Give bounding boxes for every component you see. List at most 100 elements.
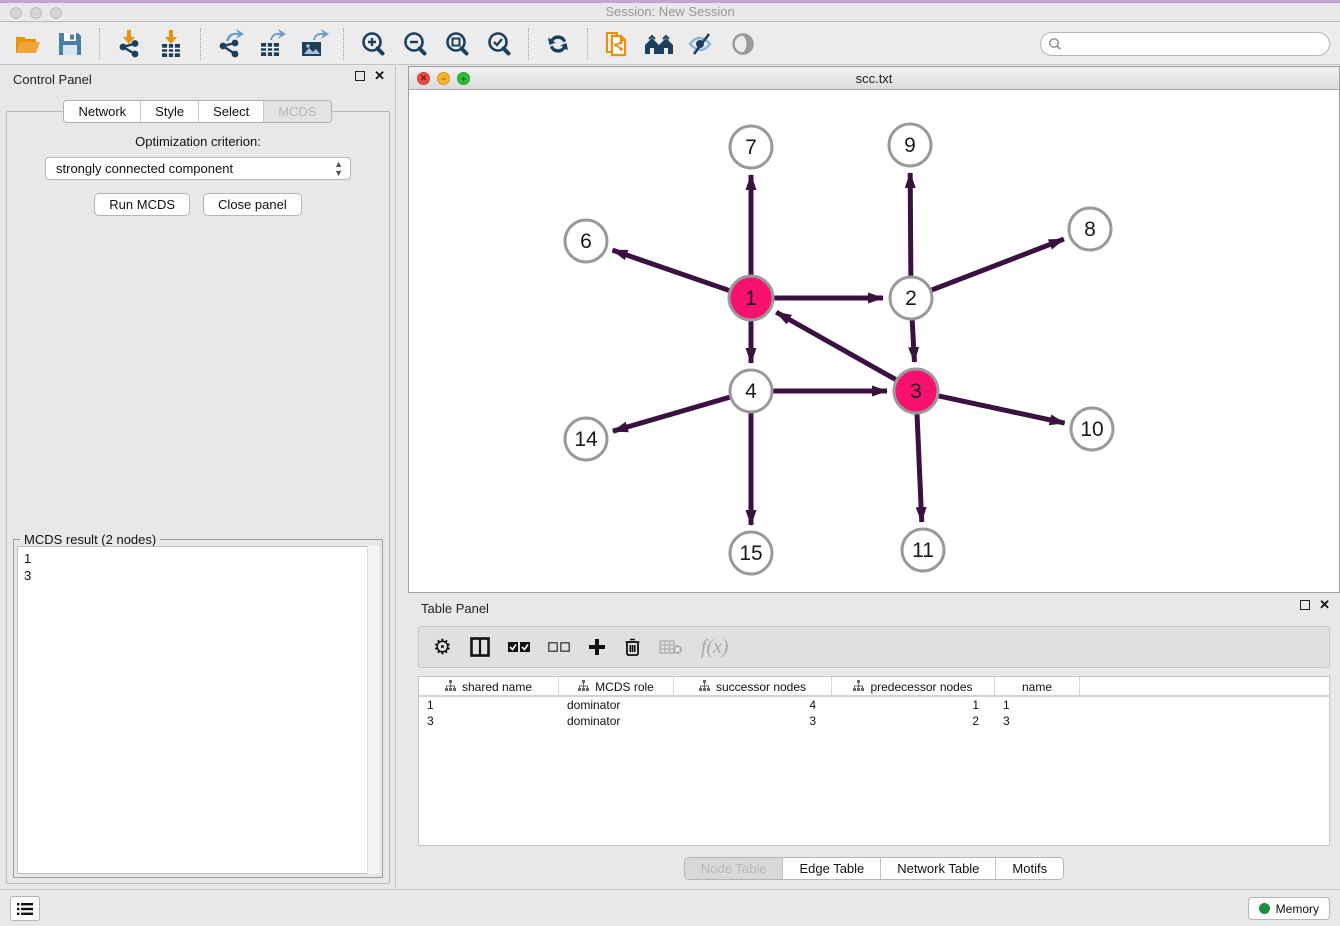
mcds-result-legend: MCDS result (2 nodes): [20, 532, 160, 547]
hide-selected-icon[interactable]: [683, 27, 719, 61]
edge-2-9[interactable]: [910, 173, 911, 277]
import-table-icon[interactable]: [153, 27, 189, 61]
table-panel-title: Table Panel: [421, 601, 489, 616]
edge-4-14[interactable]: [613, 397, 731, 431]
network-canvas[interactable]: 7968124314101511: [409, 90, 1339, 592]
delete-table-icon[interactable]: [659, 639, 683, 655]
edge-3-1[interactable]: [776, 312, 897, 380]
toolbar-separator: [99, 28, 100, 60]
hierarchy-icon: [853, 680, 864, 694]
delete-icon[interactable]: [624, 637, 641, 657]
table-row[interactable]: 1dominator411: [419, 697, 1329, 713]
cell-name[interactable]: 3: [995, 713, 1080, 729]
first-neighbors-icon[interactable]: [641, 27, 677, 61]
close-table-panel-icon[interactable]: ✕: [1319, 600, 1330, 610]
optimization-criterion-select[interactable]: strongly connected component ▲▼: [45, 157, 351, 180]
deselect-all-icon[interactable]: [548, 641, 570, 653]
hierarchy-icon: [578, 680, 589, 694]
mcds-result-text[interactable]: 1 3: [17, 546, 379, 874]
column-header-name[interactable]: name: [995, 677, 1080, 697]
table-toolbar: ⚙ f(x): [418, 626, 1330, 668]
tab-style[interactable]: Style: [141, 101, 199, 122]
table-row[interactable]: 3dominator323: [419, 713, 1329, 729]
column-header-shared-name[interactable]: shared name: [419, 677, 559, 697]
clone-network-icon[interactable]: [599, 27, 635, 61]
import-network-icon[interactable]: [111, 27, 147, 61]
table-tabs: Node TableEdge TableNetwork TableMotifs: [408, 857, 1340, 880]
control-panel: Control Panel ✕ NetworkStyleSelectMCDS O…: [0, 66, 396, 888]
cell-successor-nodes[interactable]: 4: [674, 697, 832, 713]
node-label-4: 4: [745, 380, 757, 403]
cell-predecessor-nodes[interactable]: 1: [832, 697, 995, 713]
cell-shared-name[interactable]: 1: [419, 697, 559, 713]
run-mcds-button[interactable]: Run MCDS: [94, 193, 190, 216]
column-header-successor-nodes[interactable]: successor nodes: [674, 677, 832, 697]
control-panel-header: Control Panel ✕: [0, 66, 395, 92]
cell-predecessor-nodes[interactable]: 2: [832, 713, 995, 729]
open-session-icon[interactable]: [10, 27, 46, 61]
tab-mcds[interactable]: MCDS: [264, 101, 330, 122]
cell-name[interactable]: 1: [995, 697, 1080, 713]
edge-3-10[interactable]: [938, 396, 1065, 423]
node-label-9: 9: [904, 134, 916, 157]
network-view-window: ✕ − + scc.txt 7968124314101511: [408, 66, 1340, 593]
columns-icon[interactable]: [470, 637, 490, 657]
node-label-8: 8: [1084, 218, 1096, 241]
node-label-14: 14: [574, 428, 598, 451]
cell-MCDS-role[interactable]: dominator: [559, 697, 674, 713]
table-panel-header: Table Panel ✕: [408, 595, 1340, 621]
close-panel-button[interactable]: Close panel: [203, 193, 302, 216]
cell-MCDS-role[interactable]: dominator: [559, 713, 674, 729]
search-container: [1040, 32, 1330, 56]
search-input[interactable]: [1040, 32, 1330, 56]
add-column-icon[interactable]: [588, 638, 606, 656]
result-scrollbar[interactable]: [367, 546, 379, 874]
tab-network-table[interactable]: Network Table: [881, 858, 996, 879]
tab-select[interactable]: Select: [199, 101, 264, 122]
function-builder-icon[interactable]: f(x): [701, 636, 729, 659]
mcds-result-fieldset: MCDS result (2 nodes) 1 3: [13, 539, 383, 878]
network-canvas-svg[interactable]: 7968124314101511: [409, 90, 1339, 593]
toolbar-separator: [343, 28, 344, 60]
edge-3-11[interactable]: [917, 413, 922, 522]
task-history-button[interactable]: [10, 896, 40, 921]
edge-2-3[interactable]: [912, 319, 914, 362]
gear-icon[interactable]: ⚙: [433, 635, 452, 660]
show-all-icon[interactable]: [725, 27, 761, 61]
export-table-icon[interactable]: [254, 27, 290, 61]
cell-successor-nodes[interactable]: 3: [674, 713, 832, 729]
cell-shared-name[interactable]: 3: [419, 713, 559, 729]
column-header-MCDS-role[interactable]: MCDS role: [559, 677, 674, 697]
zoom-in-icon[interactable]: [355, 27, 391, 61]
tab-edge-table[interactable]: Edge Table: [783, 858, 881, 879]
network-window-titlebar[interactable]: ✕ − + scc.txt: [409, 67, 1339, 90]
toolbar-separator: [200, 28, 201, 60]
main-toolbar: [0, 23, 1340, 65]
node-label-2: 2: [905, 287, 917, 310]
export-image-icon[interactable]: [296, 27, 332, 61]
tab-motifs[interactable]: Motifs: [996, 858, 1063, 879]
close-panel-icon[interactable]: ✕: [374, 71, 385, 81]
refresh-icon[interactable]: [540, 27, 576, 61]
edge-1-6[interactable]: [612, 250, 730, 291]
float-table-panel-icon[interactable]: [1300, 600, 1310, 610]
node-label-3: 3: [910, 380, 922, 403]
select-all-icon[interactable]: [508, 641, 530, 653]
column-header-predecessor-nodes[interactable]: predecessor nodes: [832, 677, 995, 697]
node-label-11: 11: [912, 539, 934, 562]
zoom-selected-icon[interactable]: [481, 27, 517, 61]
tab-node-table[interactable]: Node Table: [685, 858, 784, 879]
network-window-title: scc.txt: [409, 71, 1339, 86]
zoom-fit-icon[interactable]: [439, 27, 475, 61]
save-session-icon[interactable]: [52, 27, 88, 61]
tab-network[interactable]: Network: [64, 101, 141, 122]
control-panel-tabs: NetworkStyleSelectMCDS: [0, 100, 395, 123]
float-panel-icon[interactable]: [355, 71, 365, 81]
zoom-out-icon[interactable]: [397, 27, 433, 61]
node-table[interactable]: shared nameMCDS rolesuccessor nodesprede…: [418, 676, 1330, 846]
toolbar-separator: [528, 28, 529, 60]
edge-2-8[interactable]: [931, 239, 1064, 290]
export-network-icon[interactable]: [212, 27, 248, 61]
titlebar-accent: [0, 0, 1340, 3]
memory-button[interactable]: Memory: [1248, 897, 1330, 920]
